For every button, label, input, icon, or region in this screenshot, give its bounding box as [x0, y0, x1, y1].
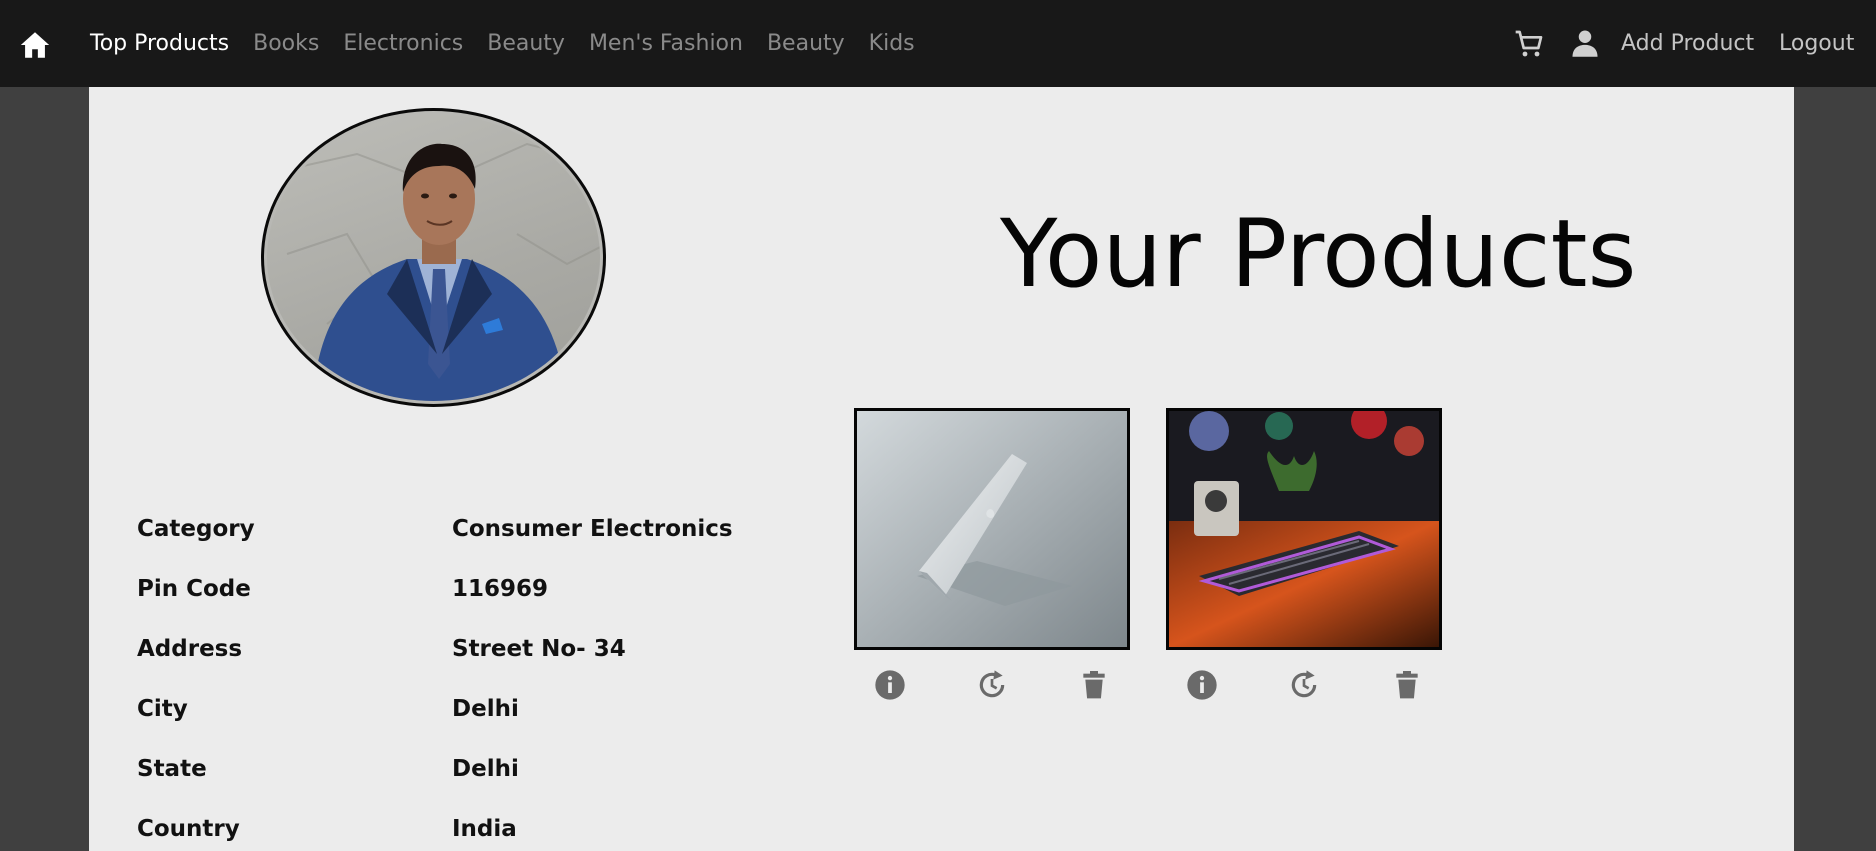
cart-icon[interactable] — [1513, 28, 1545, 60]
avatar — [261, 108, 606, 407]
nav-links: Top Products Books Electronics Beauty Me… — [90, 0, 939, 87]
detail-value: Delhi — [452, 756, 519, 782]
detail-value: India — [452, 816, 517, 842]
nav-link-top-products[interactable]: Top Products — [90, 31, 229, 56]
update-icon[interactable] — [1288, 669, 1320, 701]
detail-label: Address — [137, 636, 243, 662]
nav-link-beauty-2[interactable]: Beauty — [767, 31, 845, 56]
detail-value: Consumer Electronics — [452, 516, 733, 542]
person-photo — [267, 142, 600, 401]
detail-label: Country — [137, 816, 240, 842]
product-card-keyboard[interactable] — [1166, 408, 1442, 650]
nav-link-beauty[interactable]: Beauty — [487, 31, 565, 56]
home-icon[interactable] — [18, 28, 52, 62]
detail-row-pin-code: Pin Code 116969 — [137, 576, 837, 616]
detail-row-country: Country India — [137, 816, 837, 851]
nav-link-electronics[interactable]: Electronics — [343, 31, 463, 56]
detail-label: Category — [137, 516, 255, 542]
avatar-photo — [267, 114, 600, 401]
laptop-image — [857, 411, 1127, 647]
detail-row-category: Category Consumer Electronics — [137, 516, 837, 556]
info-icon[interactable] — [1186, 669, 1218, 701]
product-card-laptop[interactable] — [854, 408, 1130, 650]
detail-value: 116969 — [452, 576, 549, 602]
add-product-link[interactable]: Add Product — [1621, 0, 1754, 87]
logout-link[interactable]: Logout — [1779, 0, 1854, 87]
nav-link-books[interactable]: Books — [253, 31, 319, 56]
detail-label: City — [137, 696, 188, 722]
detail-label: Pin Code — [137, 576, 251, 602]
detail-row-address: Address Street No- 34 — [137, 636, 837, 676]
detail-value: Street No- 34 — [452, 636, 626, 662]
update-icon[interactable] — [976, 669, 1008, 701]
detail-label: State — [137, 756, 207, 782]
keyboard-image — [1169, 411, 1439, 647]
detail-row-city: City Delhi — [137, 696, 837, 736]
page-title: Your Products — [1000, 200, 1637, 309]
navbar: Top Products Books Electronics Beauty Me… — [0, 0, 1876, 87]
user-icon[interactable] — [1570, 28, 1600, 58]
info-icon[interactable] — [874, 669, 906, 701]
nav-link-mens-fashion[interactable]: Men's Fashion — [589, 31, 743, 56]
delete-icon[interactable] — [1078, 669, 1110, 701]
delete-icon[interactable] — [1391, 669, 1423, 701]
detail-value: Delhi — [452, 696, 519, 722]
detail-row-state: State Delhi — [137, 756, 837, 796]
nav-link-kids[interactable]: Kids — [869, 31, 915, 56]
